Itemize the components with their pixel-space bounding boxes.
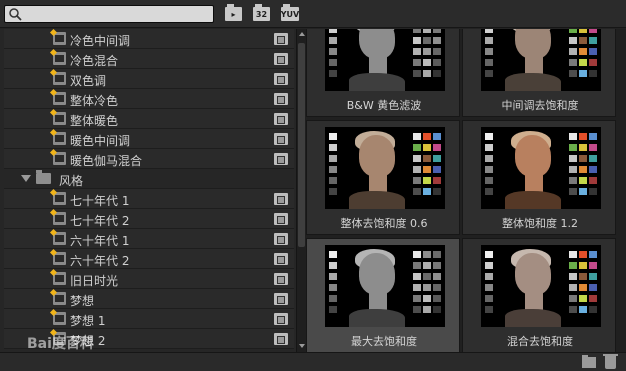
32bit-icon: 32 (255, 9, 268, 19)
tree-item-label: 六十年代 2 (70, 254, 130, 268)
accelerated-effect-icon (274, 33, 288, 45)
search-field[interactable] (4, 5, 214, 23)
preset-tile[interactable]: 最大去饱和度 (306, 238, 460, 352)
tree-item[interactable]: 双色调 (4, 69, 294, 89)
accelerated-effect-icon (274, 153, 288, 165)
accelerated-effect-icon (274, 293, 288, 305)
accelerated-filter-icon: ▸ (231, 9, 236, 19)
preset-icon (53, 312, 66, 325)
accelerated-effect-icon (274, 253, 288, 265)
preset-preview-image (481, 245, 601, 327)
accelerated-filter-button[interactable]: ▸ (225, 4, 242, 21)
preset-tile[interactable]: B&W 黄色滤波 (306, 29, 460, 117)
tree-item-label: 梦想 1 (70, 314, 106, 328)
preset-caption: 整体饱和度 1.2 (502, 217, 578, 230)
32bit-filter-button[interactable]: 32 (253, 4, 270, 21)
preset-preview-image (325, 29, 445, 91)
accelerated-effect-icon (274, 53, 288, 65)
yuv-icon: YUV (280, 9, 300, 19)
scroll-up-icon[interactable] (299, 32, 305, 36)
tree-item[interactable]: 冷色混合 (4, 49, 294, 69)
top-toolbar: ▸ 32 YUV (0, 0, 626, 28)
tree-item[interactable]: 暖色中间调 (4, 129, 294, 149)
disclosure-triangle-icon[interactable] (21, 175, 31, 182)
accelerated-effect-icon (274, 193, 288, 205)
accelerated-effect-icon (274, 133, 288, 145)
preset-preview-image (325, 245, 445, 327)
tree-item-label: 七十年代 2 (70, 214, 130, 228)
accelerated-effect-icon (274, 333, 288, 345)
tree-item[interactable]: 整体冷色 (4, 89, 294, 109)
tree-item-label: 旧日时光 (70, 274, 119, 288)
preset-icon (53, 272, 66, 285)
preset-icon (53, 92, 66, 105)
preset-icon (53, 72, 66, 85)
tree-folder[interactable]: 风格 (4, 169, 294, 189)
preset-icon (53, 152, 66, 165)
accelerated-effect-icon (274, 273, 288, 285)
preset-icon (53, 292, 66, 305)
accelerated-effect-icon (274, 113, 288, 125)
search-icon (9, 8, 22, 21)
accelerated-effect-icon (274, 93, 288, 105)
preset-preview-image (325, 127, 445, 209)
tree-item-label: 风格 (59, 174, 84, 188)
preset-caption: 中间调去饱和度 (501, 99, 579, 112)
accelerated-effect-icon (274, 233, 288, 245)
tree-item-label: 冷色中间调 (70, 34, 131, 48)
search-input[interactable] (25, 6, 211, 22)
preset-tile[interactable]: 整体饱和度 1.2 (462, 120, 616, 235)
tree-item-label: 双色调 (70, 74, 107, 88)
accelerated-effect-icon (274, 213, 288, 225)
effects-tree: 冷色中间调冷色混合双色调整体冷色整体暖色暖色中间调暖色伽马混合风格七十年代 1 七… (0, 29, 296, 352)
tree-item[interactable]: 暖色伽马混合 (4, 149, 294, 169)
preset-preview-image (481, 29, 601, 91)
tree-item-label: 暖色中间调 (70, 134, 131, 148)
accelerated-effect-icon (274, 313, 288, 325)
trash-icon[interactable] (603, 354, 618, 369)
tree-item[interactable]: 梦想 (4, 289, 294, 309)
tree-item-label: 整体暖色 (70, 114, 119, 128)
yuv-filter-button[interactable]: YUV (280, 4, 300, 21)
preset-icon (53, 112, 66, 125)
tree-item-label: 暖色伽马混合 (70, 154, 143, 168)
accelerated-effect-icon (274, 73, 288, 85)
preset-icon (53, 52, 66, 65)
preset-icon (53, 232, 66, 245)
tree-item[interactable]: 七十年代 1 (4, 189, 294, 209)
preset-caption: 最大去饱和度 (351, 335, 417, 348)
tree-item[interactable]: 六十年代 2 (4, 249, 294, 269)
preset-icon (53, 252, 66, 265)
watermark: Bai度百科 (27, 336, 94, 352)
tree-item[interactable]: 六十年代 1 (4, 229, 294, 249)
preset-thumbnail-grid: B&W 黄色滤波 中间调去饱和度整体去饱和度 0.6 整体饱和度 1.2 最大去饱和度… (306, 29, 626, 352)
preset-caption: B&W 黄色滤波 (346, 99, 422, 112)
scroll-thumb[interactable] (298, 43, 305, 247)
tree-item[interactable]: 梦想 1 (4, 309, 294, 329)
tree-item[interactable]: 七十年代 2 (4, 209, 294, 229)
folder-icon (36, 170, 51, 184)
preset-preview-image (481, 127, 601, 209)
tree-item-label: 冷色混合 (70, 54, 119, 68)
tree-item-label: 六十年代 1 (70, 234, 130, 248)
tree-item[interactable]: 冷色中间调 (4, 29, 294, 49)
preset-tile[interactable]: 整体去饱和度 0.6 (306, 120, 460, 235)
tree-item[interactable]: 旧日时光 (4, 269, 294, 289)
preset-icon (53, 212, 66, 225)
preset-icon (53, 132, 66, 145)
tree-item[interactable]: 整体暖色 (4, 109, 294, 129)
preset-caption: 整体去饱和度 0.6 (340, 217, 428, 230)
preset-icon (53, 192, 66, 205)
tree-scrollbar[interactable] (296, 29, 306, 352)
preset-caption: 混合去饱和度 (507, 335, 573, 348)
scroll-down-icon[interactable] (299, 344, 305, 348)
new-bin-icon[interactable] (582, 355, 596, 368)
tree-item-label: 七十年代 1 (70, 194, 130, 208)
bottom-bar (0, 352, 626, 371)
tree-item-label: 整体冷色 (70, 94, 119, 108)
tree-item-label: 梦想 (70, 294, 95, 308)
preset-icon (53, 32, 66, 45)
preset-tile[interactable]: 中间调去饱和度 (462, 29, 616, 117)
preset-tile[interactable]: 混合去饱和度 (462, 238, 616, 352)
